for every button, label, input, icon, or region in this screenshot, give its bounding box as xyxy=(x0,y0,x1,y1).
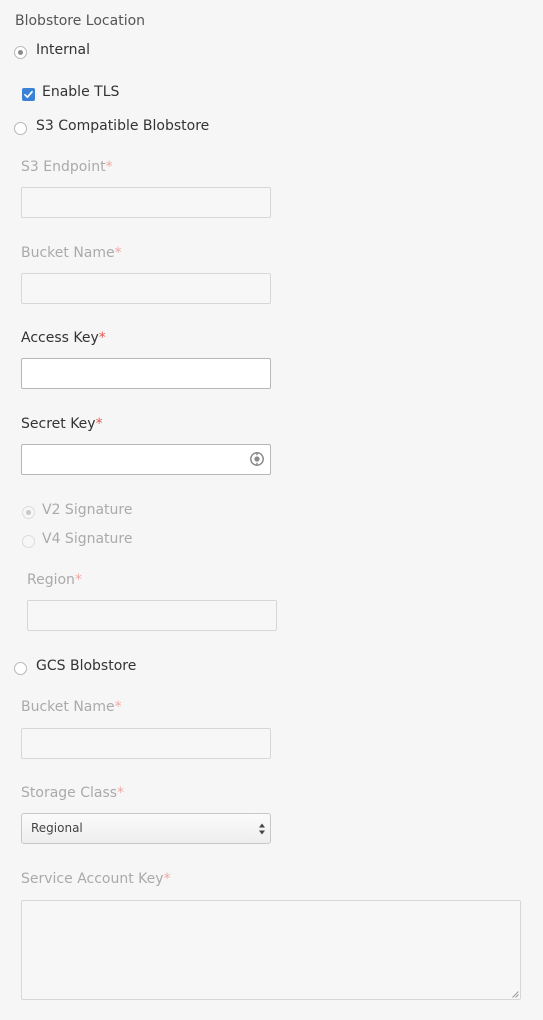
gcs-bucket-name-label: Bucket Name* xyxy=(21,699,122,715)
v2-signature-radio[interactable] xyxy=(22,506,35,519)
storage-class-value: Regional xyxy=(31,821,83,835)
s3-blobstore-radio[interactable] xyxy=(14,122,27,135)
v4-signature-radio[interactable] xyxy=(22,535,35,548)
required-marker: * xyxy=(95,416,103,432)
checkmark-icon xyxy=(24,90,33,99)
secret-key-label: Secret Key* xyxy=(21,416,103,432)
s3-bucket-name-input[interactable] xyxy=(21,273,271,304)
storage-class-label: Storage Class* xyxy=(21,785,124,801)
required-marker: * xyxy=(114,245,122,261)
storage-class-select[interactable]: Regional xyxy=(21,813,271,844)
required-marker: * xyxy=(114,699,122,715)
enable-tls-checkbox[interactable] xyxy=(22,88,35,101)
gcs-blobstore-radio[interactable] xyxy=(14,662,27,675)
resize-grip-icon[interactable] xyxy=(511,990,519,998)
s3-endpoint-input[interactable] xyxy=(21,187,271,218)
access-key-label: Access Key* xyxy=(21,330,106,346)
gcs-bucket-name-input[interactable] xyxy=(21,728,271,759)
s3-endpoint-label-text: S3 Endpoint xyxy=(21,159,106,175)
storage-class-label-text: Storage Class xyxy=(21,785,118,801)
s3-bucket-name-label: Bucket Name* xyxy=(21,245,122,261)
secret-key-input[interactable] xyxy=(21,444,271,475)
password-reveal-icon[interactable] xyxy=(249,451,265,467)
internal-radio[interactable] xyxy=(14,46,27,59)
access-key-label-text: Access Key xyxy=(21,330,99,346)
internal-label: Internal xyxy=(36,42,90,58)
required-marker: * xyxy=(163,871,171,887)
enable-tls-label: Enable TLS xyxy=(42,84,120,100)
required-marker: * xyxy=(105,159,113,175)
service-account-key-label: Service Account Key* xyxy=(21,871,171,887)
gcs-blobstore-label: GCS Blobstore xyxy=(36,658,137,674)
select-arrows-icon xyxy=(259,823,265,835)
s3-bucket-name-label-text: Bucket Name xyxy=(21,245,115,261)
region-label: Region* xyxy=(27,572,82,588)
secret-key-label-text: Secret Key xyxy=(21,416,96,432)
v2-signature-label: V2 Signature xyxy=(42,502,133,518)
required-marker: * xyxy=(74,572,82,588)
v4-signature-label: V4 Signature xyxy=(42,531,133,547)
service-account-key-textarea[interactable] xyxy=(21,900,521,1000)
region-input[interactable] xyxy=(27,600,277,631)
s3-endpoint-label: S3 Endpoint* xyxy=(21,159,113,175)
access-key-input[interactable] xyxy=(21,358,271,389)
s3-blobstore-label: S3 Compatible Blobstore xyxy=(36,118,210,134)
blobstore-location-label: Blobstore Location xyxy=(15,13,146,29)
region-label-text: Region xyxy=(27,572,75,588)
required-marker: * xyxy=(98,330,106,346)
required-marker: * xyxy=(117,785,125,801)
gcs-bucket-name-label-text: Bucket Name xyxy=(21,699,115,715)
service-account-key-label-text: Service Account Key xyxy=(21,871,164,887)
